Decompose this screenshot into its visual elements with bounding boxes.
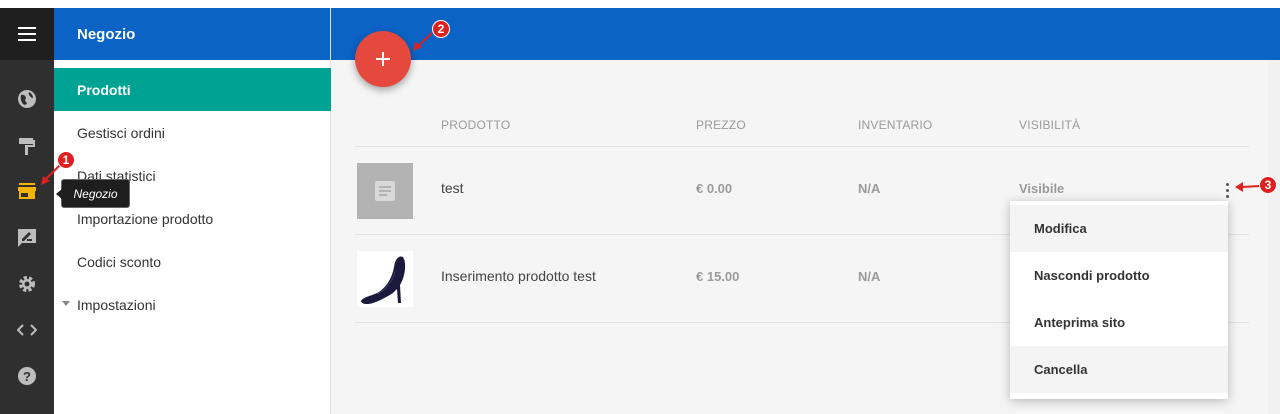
product-price: € 0.00 (696, 181, 733, 196)
annotation-badge: 2 (432, 20, 450, 38)
rail-settings-button[interactable] (0, 264, 54, 304)
product-inventory: N/A (858, 181, 881, 196)
paint-roller-icon (19, 138, 35, 155)
product-thumbnail[interactable] (357, 251, 413, 307)
rail-code-button[interactable] (0, 310, 54, 350)
svg-text:?: ? (23, 369, 31, 384)
gear-icon (19, 276, 35, 292)
store-side-panel: Negozio Prodotti Gestisci ordini Dati st… (54, 8, 331, 414)
nav-item-codici-sconto[interactable]: Codici sconto (54, 240, 331, 283)
rail-blog-button[interactable] (0, 218, 54, 258)
column-header-visibilita[interactable]: VISIBILITÀ (1019, 118, 1080, 132)
plus-icon (376, 52, 390, 66)
icon-rail: ? (0, 8, 54, 414)
scrollbar[interactable] (1268, 60, 1280, 414)
hamburger-icon (18, 27, 36, 41)
column-header-prezzo[interactable]: PREZZO (696, 118, 746, 132)
menu-item-anteprima-sito[interactable]: Anteprima sito (1010, 299, 1228, 346)
more-options-button[interactable] (1225, 183, 1231, 203)
product-name[interactable]: Inserimento prodotto test (441, 268, 596, 284)
rail-store-button[interactable] (0, 171, 54, 211)
hamburger-button[interactable] (0, 8, 54, 60)
app-root: ? Negozio Prodotti Gestisci ordini Dati … (0, 0, 1280, 414)
product-price: € 15.00 (696, 269, 740, 284)
rail-help-button[interactable]: ? (0, 356, 54, 396)
rail-design-button[interactable] (0, 126, 54, 166)
rail-website-button[interactable] (0, 79, 54, 119)
nav-item-impostazioni[interactable]: Impostazioni (54, 283, 331, 326)
add-product-button[interactable] (355, 31, 411, 87)
nav-item-gestisci-ordini[interactable]: Gestisci ordini (54, 111, 331, 154)
store-icon (18, 183, 36, 199)
column-header-prodotto[interactable]: PRODOTTO (441, 118, 510, 132)
main-content: PRODOTTO PREZZO INVENTARIO VISIBILITÀ te… (331, 8, 1280, 414)
annotation-badge: 3 (1259, 176, 1277, 194)
top-strip (0, 0, 1280, 8)
help-icon: ? (18, 367, 36, 385)
product-inventory: N/A (858, 269, 881, 284)
edit-box-icon (18, 229, 36, 247)
panel-title: Negozio (54, 8, 330, 60)
menu-item-nascondi-prodotto[interactable]: Nascondi prodotto (1010, 252, 1228, 299)
document-placeholder-icon (375, 181, 395, 201)
product-visibility: Visibile (1019, 181, 1065, 196)
product-context-menu: Modifica Nascondi prodotto Anteprima sit… (1010, 201, 1228, 399)
product-thumbnail[interactable] (357, 163, 413, 219)
menu-item-cancella[interactable]: Cancella (1010, 346, 1228, 393)
code-icon (17, 324, 37, 336)
main-header-bar (331, 8, 1280, 60)
product-name[interactable]: test (441, 180, 464, 196)
annotation-badge: 1 (57, 151, 75, 169)
divider (355, 146, 1249, 147)
store-tooltip: Negozio (56, 179, 130, 208)
high-heel-shoe-image (361, 256, 406, 305)
globe-icon (18, 90, 36, 108)
column-header-inventario[interactable]: INVENTARIO (858, 118, 932, 132)
nav-item-prodotti[interactable]: Prodotti (54, 68, 331, 111)
caret-down-icon (62, 301, 70, 306)
menu-item-modifica[interactable]: Modifica (1010, 205, 1228, 252)
